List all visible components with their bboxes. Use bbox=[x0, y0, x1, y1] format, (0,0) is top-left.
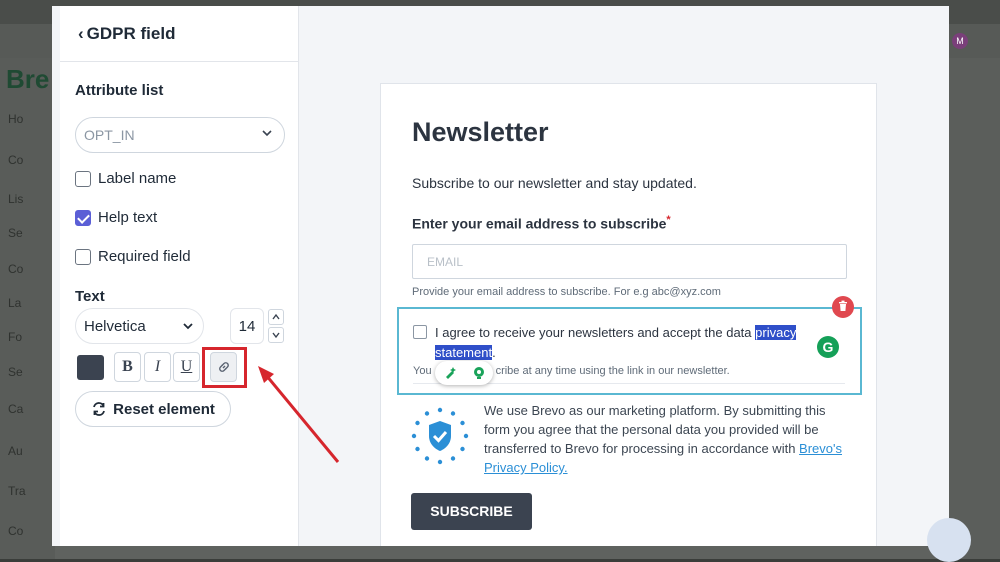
scroll-to-top-button[interactable] bbox=[927, 518, 971, 562]
sparkle-pen-icon[interactable] bbox=[442, 365, 458, 381]
settings-panel: ‹ GDPR field Attribute list OPT_IN Label… bbox=[60, 6, 299, 546]
refresh-icon bbox=[93, 402, 106, 416]
trash-icon bbox=[839, 300, 847, 311]
help-text-label: Help text bbox=[98, 209, 158, 226]
privacy-disclaimer: We use Brevo as our marketing platform. … bbox=[484, 401, 849, 477]
help-text-checkbox[interactable] bbox=[75, 209, 91, 226]
gdpr-help-part: You bbox=[413, 365, 432, 377]
panel-title: GDPR field bbox=[86, 23, 176, 43]
gdpr-consent-text[interactable]: I agree to receive your newsletters and … bbox=[435, 323, 815, 363]
font-size-increment-button[interactable] bbox=[268, 309, 284, 325]
label-name-checkbox[interactable] bbox=[75, 170, 91, 187]
required-field-option[interactable]: Required field bbox=[75, 248, 191, 265]
text-section-title: Text bbox=[75, 288, 105, 305]
gdpr-text-part: I agree to receive your newsletters and … bbox=[435, 325, 756, 340]
chevron-down-icon bbox=[262, 130, 272, 137]
chevron-down-icon bbox=[272, 332, 280, 339]
chevron-down-icon bbox=[183, 323, 193, 330]
italic-button[interactable]: I bbox=[144, 352, 171, 382]
font-size-input[interactable]: 14 bbox=[230, 308, 264, 344]
label-name-option[interactable]: Label name bbox=[75, 170, 176, 187]
newsletter-title[interactable]: Newsletter bbox=[412, 117, 549, 148]
subscribe-button[interactable]: SUBSCRIBE bbox=[411, 493, 532, 530]
avatar: M bbox=[952, 33, 968, 49]
label-name-label: Label name bbox=[98, 170, 177, 187]
chevron-left-icon[interactable]: ‹ bbox=[78, 24, 84, 44]
brevo-link[interactable]: Brevo's bbox=[799, 441, 842, 456]
grammarly-icon[interactable]: G bbox=[817, 336, 839, 358]
font-family-value: Helvetica bbox=[84, 318, 146, 335]
selected-text: statement bbox=[435, 345, 493, 360]
attribute-select-value: OPT_IN bbox=[84, 127, 135, 143]
reset-element-button[interactable]: Reset element bbox=[75, 391, 231, 427]
font-size-decrement-button[interactable] bbox=[268, 327, 284, 343]
form-preview-card: Newsletter Subscribe to our newsletter a… bbox=[380, 83, 877, 546]
attribute-list-title: Attribute list bbox=[75, 82, 164, 99]
privacy-policy-link[interactable]: Privacy Policy. bbox=[484, 460, 568, 475]
brand-logo: Bre bbox=[6, 64, 50, 94]
text-color-swatch[interactable] bbox=[77, 355, 104, 380]
email-placeholder: EMAIL bbox=[427, 255, 464, 269]
link-button-highlight-box bbox=[202, 347, 247, 388]
underline-button[interactable]: U bbox=[173, 352, 200, 382]
email-help-text: Provide your email address to subscribe.… bbox=[412, 286, 721, 298]
email-label-text: Enter your email address to subscribe bbox=[412, 215, 667, 232]
reset-element-label: Reset element bbox=[113, 400, 215, 418]
required-field-label: Required field bbox=[98, 248, 191, 265]
panel-header[interactable]: ‹ GDPR field bbox=[60, 6, 298, 62]
required-marker: * bbox=[666, 214, 671, 226]
delete-element-button[interactable] bbox=[832, 296, 854, 318]
form-editor-modal: ‹ GDPR field Attribute list OPT_IN Label… bbox=[52, 6, 949, 546]
newsletter-subtitle[interactable]: Subscribe to our newsletter and stay upd… bbox=[412, 175, 697, 191]
bold-button[interactable]: B bbox=[114, 352, 141, 382]
privacy-disclaimer-text: We use Brevo as our marketing platform. … bbox=[484, 403, 826, 456]
lightbulb-icon[interactable] bbox=[471, 365, 487, 381]
grammarly-popup-toolbar[interactable] bbox=[435, 361, 493, 385]
eu-gdpr-shield-icon bbox=[411, 407, 469, 465]
required-field-checkbox[interactable] bbox=[75, 248, 91, 265]
gdpr-help-part: cribe at any time using the link in our … bbox=[495, 365, 730, 377]
email-label[interactable]: Enter your email address to subscribe* bbox=[412, 214, 671, 232]
selected-text: privacy bbox=[755, 325, 797, 340]
gdpr-text-part: . bbox=[492, 345, 496, 360]
background-sidebar: Bre Ho Co Lis Se Co La Fo Se Ca Au Tra C… bbox=[0, 58, 55, 559]
help-text-option[interactable]: Help text bbox=[75, 209, 157, 226]
attribute-select[interactable]: OPT_IN bbox=[75, 117, 285, 153]
chevron-up-icon bbox=[272, 313, 280, 320]
email-input[interactable]: EMAIL bbox=[412, 244, 847, 279]
gdpr-field-block[interactable]: I agree to receive your newsletters and … bbox=[397, 307, 862, 395]
background-right-area bbox=[948, 58, 1000, 559]
gdpr-consent-checkbox[interactable] bbox=[413, 325, 427, 339]
font-family-select[interactable]: Helvetica bbox=[75, 308, 204, 344]
